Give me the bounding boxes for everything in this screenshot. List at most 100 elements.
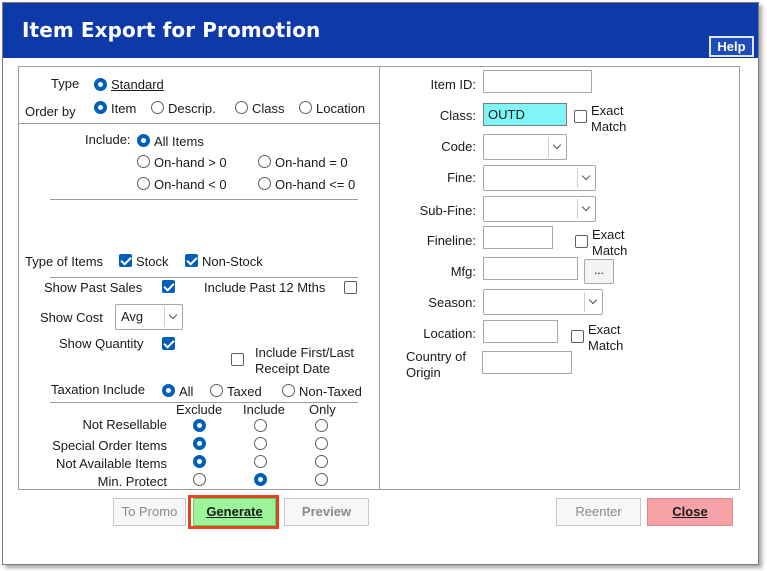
item-id-label: Item ID: xyxy=(430,77,476,92)
mfg-label: Mfg: xyxy=(450,264,476,279)
order-location-radio[interactable] xyxy=(299,101,312,114)
sub-fine-label: Sub-Fine: xyxy=(419,203,476,218)
mfg-browse-button[interactable]: ... xyxy=(584,259,614,284)
include-onhand-gt0-radio[interactable] xyxy=(137,155,150,168)
not-available-include-radio[interactable] xyxy=(254,455,267,468)
non-stock-label: Non-Stock xyxy=(202,254,263,269)
type-standard-label: Standard xyxy=(111,77,164,92)
class-exact-match-checkbox[interactable] xyxy=(574,110,587,123)
tax-all-radio[interactable] xyxy=(162,384,175,397)
type-standard-radio[interactable] xyxy=(94,78,107,91)
not-resellable-include-radio[interactable] xyxy=(254,419,267,432)
show-past-sales-checkbox[interactable] xyxy=(162,280,175,293)
not-resellable-exclude-radio[interactable] xyxy=(193,419,206,432)
tax-non-taxed-radio[interactable] xyxy=(282,384,295,397)
row-min-protect: Min. Protect xyxy=(97,474,167,489)
order-descrip-radio[interactable] xyxy=(151,101,164,114)
include-all-label: All Items xyxy=(154,134,204,149)
fineline-exact-label: Exact xyxy=(592,227,625,242)
location-exact-match-checkbox[interactable] xyxy=(571,330,584,343)
special-order-include-radio[interactable] xyxy=(254,437,267,450)
special-order-exclude-radio[interactable] xyxy=(193,437,206,450)
include-first-last-checkbox[interactable] xyxy=(231,353,244,366)
show-cost-value: Avg xyxy=(121,309,144,324)
fine-select[interactable] xyxy=(483,165,596,191)
chevron-down-icon xyxy=(577,168,595,188)
class-exact-label: Exact xyxy=(591,103,624,118)
include-past-12-checkbox[interactable] xyxy=(344,281,357,294)
show-quantity-checkbox[interactable] xyxy=(162,337,175,350)
include-past-12-label: Include Past 12 Mths xyxy=(204,280,326,295)
divider xyxy=(19,123,379,124)
min-protect-include-radio[interactable] xyxy=(254,473,267,486)
country-of-origin-input[interactable] xyxy=(482,351,572,374)
sub-fine-select[interactable] xyxy=(483,196,596,222)
location-input[interactable] xyxy=(483,320,558,343)
taxation-include-label: Taxation Include xyxy=(51,382,145,397)
order-location-label: Location xyxy=(316,101,366,116)
reenter-button[interactable]: Reenter xyxy=(556,498,641,526)
show-cost-select[interactable]: Avg xyxy=(115,304,183,330)
mfg-input[interactable] xyxy=(483,257,578,280)
class-match-label: Match xyxy=(591,119,627,134)
chevron-down-icon xyxy=(577,199,595,219)
tax-non-taxed-label: Non-Taxed xyxy=(299,384,362,399)
tax-taxed-radio[interactable] xyxy=(210,384,223,397)
country-of-label: Country of xyxy=(406,349,466,364)
row-not-resellable: Not Resellable xyxy=(82,417,167,432)
class-label: Class: xyxy=(439,108,476,123)
stock-checkbox[interactable] xyxy=(119,254,132,267)
include-onhand-le0-radio[interactable] xyxy=(258,177,271,190)
location-exact-label: Exact xyxy=(588,322,621,337)
include-onhand-eq0-radio[interactable] xyxy=(258,155,271,168)
min-protect-only-radio[interactable] xyxy=(315,473,328,486)
origin-label: Origin xyxy=(406,365,441,380)
tax-taxed-label: Taxed xyxy=(227,384,262,399)
close-button[interactable]: Close xyxy=(647,498,733,526)
include-all-radio[interactable] xyxy=(137,134,150,147)
help-button[interactable]: Help xyxy=(709,36,754,57)
show-past-sales-label: Show Past Sales xyxy=(44,280,143,295)
show-quantity-label: Show Quantity xyxy=(59,336,144,351)
row-special-order: Special Order Items xyxy=(52,438,167,453)
fine-label: Fine: xyxy=(447,170,476,185)
location-label: Location: xyxy=(423,326,476,341)
item-id-input[interactable] xyxy=(483,70,592,93)
col-only-header: Only xyxy=(309,402,336,417)
row-not-available: Not Available Items xyxy=(55,456,167,471)
receipt-date-label: Receipt Date xyxy=(255,361,331,376)
order-class-radio[interactable] xyxy=(235,101,248,114)
divider xyxy=(50,277,358,278)
class-input[interactable]: OUTD xyxy=(483,103,567,126)
include-onhand-le0-label: On-hand <= 0 xyxy=(275,177,356,192)
min-protect-exclude-radio[interactable] xyxy=(193,473,206,486)
title-bar: Item Export for Promotion Help xyxy=(3,3,758,58)
include-onhand-gt0-label: On-hand > 0 xyxy=(154,155,227,170)
not-available-only-radio[interactable] xyxy=(315,455,328,468)
col-exclude-header: Exclude xyxy=(176,402,223,417)
chevron-down-icon xyxy=(548,137,566,157)
include-onhand-eq0-label: On-hand = 0 xyxy=(275,155,348,170)
order-item-label: Item xyxy=(111,101,137,116)
fineline-exact-match-checkbox[interactable] xyxy=(575,235,588,248)
not-resellable-only-radio[interactable] xyxy=(315,419,328,432)
not-available-exclude-radio[interactable] xyxy=(193,455,206,468)
fineline-match-label: Match xyxy=(592,243,628,258)
order-by-label: Order by xyxy=(25,104,76,119)
season-select[interactable] xyxy=(483,289,603,315)
chevron-down-icon xyxy=(584,292,602,312)
preview-button[interactable]: Preview xyxy=(284,498,369,526)
to-promo-button[interactable]: To Promo xyxy=(113,498,186,526)
order-item-radio[interactable] xyxy=(94,101,107,114)
fineline-input[interactable] xyxy=(483,226,553,249)
include-onhand-lt0-radio[interactable] xyxy=(137,177,150,190)
window-title: Item Export for Promotion xyxy=(22,18,321,42)
code-select[interactable] xyxy=(483,134,567,160)
stock-label: Stock xyxy=(136,254,169,269)
order-class-label: Class xyxy=(252,101,285,116)
col-include-header: Include xyxy=(243,402,285,417)
special-order-only-radio[interactable] xyxy=(315,437,328,450)
tax-all-label: All xyxy=(179,384,194,399)
non-stock-checkbox[interactable] xyxy=(185,254,198,267)
include-onhand-lt0-label: On-hand < 0 xyxy=(154,177,227,192)
